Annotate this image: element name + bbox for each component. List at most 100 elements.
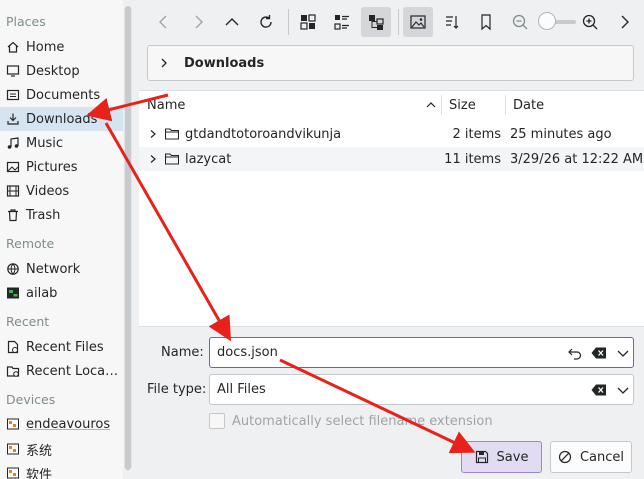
file-size: 2 items — [452, 126, 501, 142]
sidebar-item-desktop[interactable]: Desktop — [0, 59, 123, 83]
bookmark-icon — [481, 14, 491, 31]
reload-button[interactable] — [251, 7, 281, 37]
column-header-label: Date — [513, 97, 545, 113]
toolbar-separator — [288, 9, 289, 35]
sidebar-item-label: Videos — [26, 183, 70, 199]
sidebar-item-label: Downloads — [26, 111, 98, 127]
forward-icon — [195, 15, 203, 29]
sidebar-item-label: 系统 — [26, 443, 53, 459]
more-button[interactable] — [609, 7, 639, 37]
sidebar-header-devices: Devices — [6, 392, 56, 407]
reload-icon — [260, 15, 272, 28]
file-row[interactable]: gtdandtotoroandvikunja 2 items 25 minute… — [139, 122, 644, 146]
file-list: Name Size Date gtdandtotoroandvikunja 2 … — [139, 90, 644, 326]
sidebar-item-label: Recent Files — [26, 339, 104, 355]
auto-extension-checkbox-row[interactable]: Automatically select filename extension — [209, 413, 493, 429]
sidebar-item-label: ailab — [26, 285, 58, 301]
sidebar-item-recent-locations[interactable]: Recent Loca… — [0, 359, 123, 383]
scrollbar-thumb[interactable] — [125, 6, 131, 470]
sidebar-item-ailab[interactable]: ailab — [0, 281, 123, 305]
sidebar-item-system[interactable]: 系统 — [0, 437, 123, 461]
file-row[interactable]: lazycat 11 items 3/29/26 at 12:22 AM — [139, 147, 644, 171]
sidebar-item-trash[interactable]: Trash — [0, 203, 123, 227]
sidebar-item-software[interactable]: 软件 — [0, 461, 123, 479]
recent-locations-icon — [6, 364, 20, 378]
clear-icon[interactable] — [591, 383, 607, 397]
tree-view-icon — [369, 15, 384, 30]
breadcrumb[interactable]: Downloads — [147, 45, 634, 81]
sidebar-item-home[interactable]: Home — [0, 35, 123, 59]
save-icon — [475, 450, 488, 464]
sidebar-item-network[interactable]: Network — [0, 257, 123, 281]
sidebar-item-label: Desktop — [26, 63, 80, 79]
expand-arrow-icon[interactable] — [148, 154, 158, 164]
drive-icon — [6, 442, 20, 456]
sidebar-item-recent-files[interactable]: Recent Files — [0, 335, 123, 359]
chevron-down-icon[interactable] — [615, 346, 631, 360]
sidebar-item-pictures[interactable]: Pictures — [0, 155, 123, 179]
back-icon — [159, 15, 167, 29]
compact-view-button[interactable] — [327, 7, 357, 37]
icons-view-button[interactable] — [293, 7, 323, 37]
file-size: 11 items — [444, 151, 501, 167]
cancel-label: Cancel — [579, 449, 625, 465]
save-button[interactable]: Save — [461, 441, 542, 473]
expand-arrow-icon[interactable] — [148, 129, 158, 139]
filename-value[interactable]: docs.json — [217, 345, 278, 360]
column-header-name[interactable]: Name — [139, 91, 441, 119]
breadcrumb-current[interactable]: Downloads — [184, 56, 264, 71]
bookmark-button[interactable] — [471, 7, 501, 37]
compact-view-icon — [334, 15, 349, 30]
home-icon — [6, 40, 20, 54]
forward-button[interactable] — [183, 7, 213, 37]
zoom-in-button[interactable] — [575, 7, 605, 37]
column-header-label: Size — [449, 97, 476, 113]
sidebar-item-videos[interactable]: Videos — [0, 179, 123, 203]
undo-icon[interactable] — [567, 346, 583, 360]
sidebar-item-downloads[interactable]: Downloads — [0, 107, 123, 131]
cancel-button[interactable]: Cancel — [550, 441, 632, 473]
sidebar-header-places: Places — [6, 14, 46, 29]
sidebar-item-label: Documents — [26, 87, 101, 103]
tree-view-button[interactable] — [361, 7, 391, 37]
sidebar-item-music[interactable]: Music — [0, 131, 123, 155]
up-button[interactable] — [217, 7, 247, 37]
auto-extension-checkbox[interactable] — [209, 413, 225, 429]
sidebar-item-documents[interactable]: Documents — [0, 83, 123, 107]
videos-icon — [6, 184, 20, 198]
file-name: lazycat — [185, 151, 232, 167]
filename-field[interactable]: docs.json — [209, 337, 634, 368]
sidebar-item-label: 软件 — [26, 467, 53, 479]
music-icon — [6, 136, 20, 150]
back-button[interactable] — [149, 7, 179, 37]
recent-files-icon — [6, 340, 20, 354]
preview-button[interactable] — [403, 7, 433, 37]
column-header-size[interactable]: Size — [441, 91, 505, 119]
filetype-select[interactable]: All Files — [209, 374, 634, 405]
sidebar-item-label: endeavouros — [26, 416, 111, 432]
zoom-slider-handle[interactable] — [538, 12, 556, 30]
chevron-down-icon[interactable] — [615, 383, 631, 397]
up-icon — [225, 18, 239, 26]
desktop-icon — [6, 64, 20, 78]
sidebar-item-label: Pictures — [26, 159, 78, 175]
cancel-icon — [558, 450, 572, 464]
zoom-out-icon — [512, 14, 528, 30]
zoom-out-button[interactable] — [505, 7, 535, 37]
auto-extension-label: Automatically select filename extension — [232, 413, 493, 429]
sidebar-header-remote: Remote — [6, 236, 55, 251]
sort-ascending-icon — [426, 102, 436, 108]
file-name: gtdandtotoroandvikunja — [185, 126, 342, 142]
sidebar-item-label: Recent Loca… — [26, 363, 119, 379]
more-icon — [621, 15, 629, 29]
column-header-date[interactable]: Date — [505, 91, 644, 119]
toolbar-separator — [398, 9, 399, 35]
clear-icon[interactable] — [591, 346, 607, 360]
drive-icon — [6, 417, 20, 431]
remote-folder-icon — [6, 286, 20, 300]
sort-button[interactable] — [437, 7, 467, 37]
sidebar-item-label: Home — [26, 39, 65, 55]
sidebar-scrollbar[interactable] — [124, 6, 132, 470]
sidebar-item-endeavouros[interactable]: endeavouros — [0, 412, 123, 436]
sidebar-header-recent: Recent — [6, 314, 50, 329]
